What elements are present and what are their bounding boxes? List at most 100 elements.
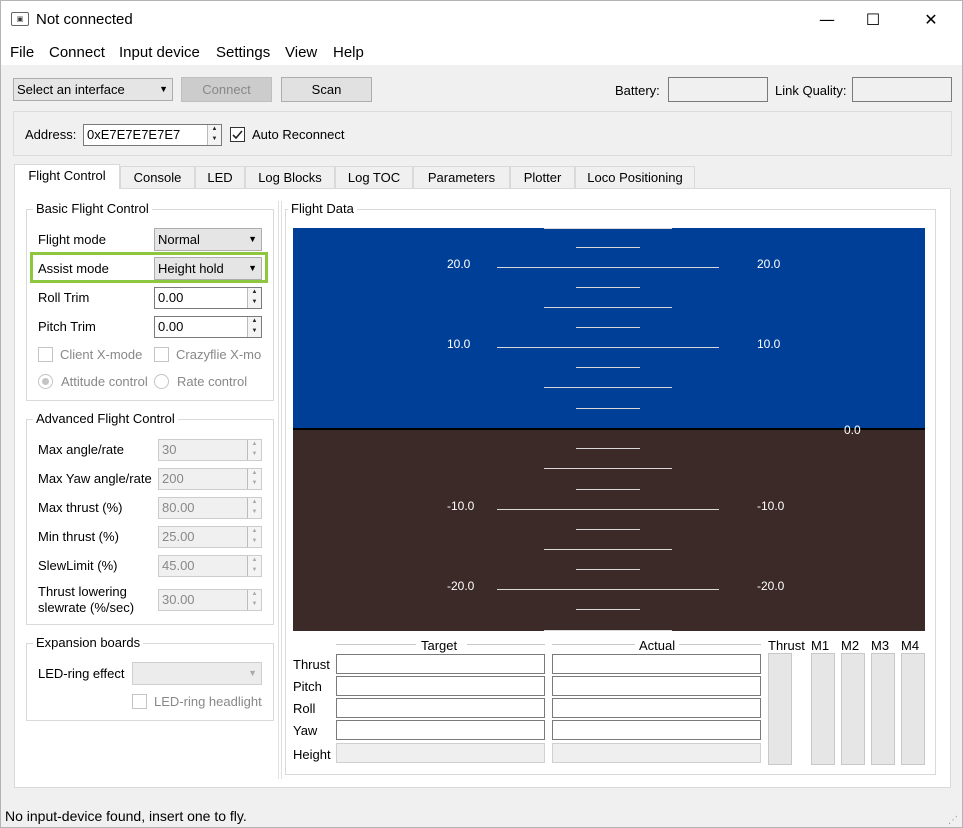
spin-down-icon[interactable]: ▼: [248, 450, 261, 460]
spin-up-icon[interactable]: ▲: [248, 440, 261, 450]
roll-trim-value: 0.00: [158, 290, 184, 305]
menu-view[interactable]: View: [285, 44, 317, 61]
spin-down-icon[interactable]: ▼: [248, 537, 261, 547]
max-yaw-rate-spinner[interactable]: ▲ ▼: [247, 469, 261, 489]
spin-up-icon[interactable]: ▲: [248, 590, 261, 600]
rate-control-radio[interactable]: [154, 374, 169, 389]
slew-limit-label: SlewLimit (%): [38, 558, 118, 573]
spin-up-icon[interactable]: ▲: [248, 469, 261, 479]
pitch-tick: [576, 529, 640, 530]
thrust-actual-field: [552, 654, 761, 674]
attitude-indicator-ground: [293, 430, 925, 631]
maximize-button[interactable]: ☐: [850, 1, 896, 39]
tab-flight-control[interactable]: Flight Control: [14, 164, 120, 189]
tab-led[interactable]: LED: [195, 166, 245, 188]
m4-bar: [901, 653, 925, 765]
assist-mode-select[interactable]: Height hold ▼: [154, 257, 262, 280]
led-ring-effect-select[interactable]: ▼: [132, 662, 262, 685]
horizon-line: [293, 428, 925, 430]
expansion-boards-title: Expansion boards: [33, 635, 144, 650]
thrust-lowering-slewrate-field[interactable]: 30.00 ▲ ▼: [158, 589, 262, 611]
pitch-trim-field[interactable]: 0.00 ▲ ▼: [154, 316, 262, 338]
height-target-field: [336, 743, 545, 763]
address-value: 0xE7E7E7E7E7: [87, 127, 181, 142]
spin-up-icon[interactable]: ▲: [248, 317, 261, 327]
spin-down-icon[interactable]: ▼: [248, 327, 261, 337]
panel-splitter[interactable]: [278, 201, 282, 779]
max-angle-rate-value: 30: [162, 442, 177, 457]
tab-log-toc[interactable]: Log TOC: [335, 166, 413, 188]
rate-control-label: Rate control: [177, 374, 248, 389]
pitch-tick: [576, 609, 640, 610]
spin-down-icon[interactable]: ▼: [248, 479, 261, 489]
max-thrust-field[interactable]: 80.00 ▲ ▼: [158, 497, 262, 519]
tab-log-blocks[interactable]: Log Blocks: [245, 166, 335, 188]
header-divider: [467, 644, 545, 645]
max-thrust-label: Max thrust (%): [38, 500, 123, 515]
pitch-tick-major: [497, 267, 719, 268]
crazyflie-xmode-checkbox[interactable]: [154, 347, 169, 362]
close-button[interactable]: ✕: [908, 1, 954, 39]
led-ring-headlight-checkbox[interactable]: [132, 694, 147, 709]
pitch-tick: [544, 387, 672, 388]
min-thrust-spinner[interactable]: ▲ ▼: [247, 527, 261, 547]
flight-data-title: Flight Data: [288, 201, 357, 216]
spin-down-icon[interactable]: ▼: [248, 600, 261, 610]
roll-value-label: 0.0: [844, 423, 861, 437]
address-field[interactable]: 0xE7E7E7E7E7 ▲ ▼: [83, 124, 222, 146]
slew-limit-spinner[interactable]: ▲ ▼: [247, 556, 261, 576]
tab-plotter[interactable]: Plotter: [510, 166, 575, 188]
thrust-lowering-slewrate-spinner[interactable]: ▲ ▼: [247, 590, 261, 610]
spin-up-icon[interactable]: ▲: [208, 125, 221, 135]
menu-input-device[interactable]: Input device: [119, 44, 200, 61]
basic-flight-control-title: Basic Flight Control: [33, 201, 152, 216]
m4-bar-label: M4: [901, 638, 920, 653]
m1-bar: [811, 653, 835, 765]
address-spinner[interactable]: ▲ ▼: [207, 125, 221, 145]
menu-file[interactable]: File: [10, 44, 34, 61]
slew-limit-field[interactable]: 45.00 ▲ ▼: [158, 555, 262, 577]
spin-down-icon[interactable]: ▼: [248, 508, 261, 518]
min-thrust-field[interactable]: 25.00 ▲ ▼: [158, 526, 262, 548]
interface-select[interactable]: Select an interface ▼: [13, 78, 173, 101]
flight-mode-value: Normal: [158, 232, 200, 247]
max-thrust-spinner[interactable]: ▲ ▼: [247, 498, 261, 518]
bitcraze-app-icon: ▣: [11, 12, 29, 26]
spin-down-icon[interactable]: ▼: [248, 298, 261, 308]
spin-down-icon[interactable]: ▼: [208, 135, 221, 145]
max-yaw-rate-field[interactable]: 200 ▲ ▼: [158, 468, 262, 490]
pitch-tick-major: [497, 589, 719, 590]
pitch-trim-spinner[interactable]: ▲ ▼: [247, 317, 261, 337]
spin-up-icon[interactable]: ▲: [248, 498, 261, 508]
led-ring-effect-label: LED-ring effect: [38, 666, 125, 681]
pitch-tick: [576, 448, 640, 449]
pitch-tick-major: [497, 347, 719, 348]
max-angle-rate-spinner[interactable]: ▲ ▼: [247, 440, 261, 460]
auto-reconnect-checkbox[interactable]: [230, 127, 245, 142]
minimize-button[interactable]: —: [804, 1, 850, 39]
resize-grip-icon[interactable]: ⋰: [948, 815, 958, 826]
chevron-down-icon: ▼: [248, 234, 257, 244]
tab-parameters[interactable]: Parameters: [413, 166, 510, 188]
flight-mode-select[interactable]: Normal ▼: [154, 228, 262, 251]
tab-loco-positioning[interactable]: Loco Positioning: [575, 166, 695, 188]
max-angle-rate-field[interactable]: 30 ▲ ▼: [158, 439, 262, 461]
min-thrust-value: 25.00: [162, 529, 195, 544]
scan-button[interactable]: Scan: [281, 77, 372, 102]
spin-up-icon[interactable]: ▲: [248, 527, 261, 537]
menu-help[interactable]: Help: [333, 44, 364, 61]
connect-button[interactable]: Connect: [181, 77, 272, 102]
roll-row-label: Roll: [293, 701, 316, 716]
roll-trim-field[interactable]: 0.00 ▲ ▼: [154, 287, 262, 309]
tab-console[interactable]: Console: [120, 166, 195, 188]
menu-settings[interactable]: Settings: [216, 44, 270, 61]
spin-up-icon[interactable]: ▲: [248, 556, 261, 566]
menu-connect[interactable]: Connect: [49, 44, 105, 61]
spin-up-icon[interactable]: ▲: [248, 288, 261, 298]
roll-trim-label: Roll Trim: [38, 290, 90, 305]
spin-down-icon[interactable]: ▼: [248, 566, 261, 576]
attitude-control-radio[interactable]: [38, 374, 53, 389]
roll-trim-spinner[interactable]: ▲ ▼: [247, 288, 261, 308]
client-xmode-checkbox[interactable]: [38, 347, 53, 362]
pitch-label-right: -10.0: [757, 499, 785, 513]
